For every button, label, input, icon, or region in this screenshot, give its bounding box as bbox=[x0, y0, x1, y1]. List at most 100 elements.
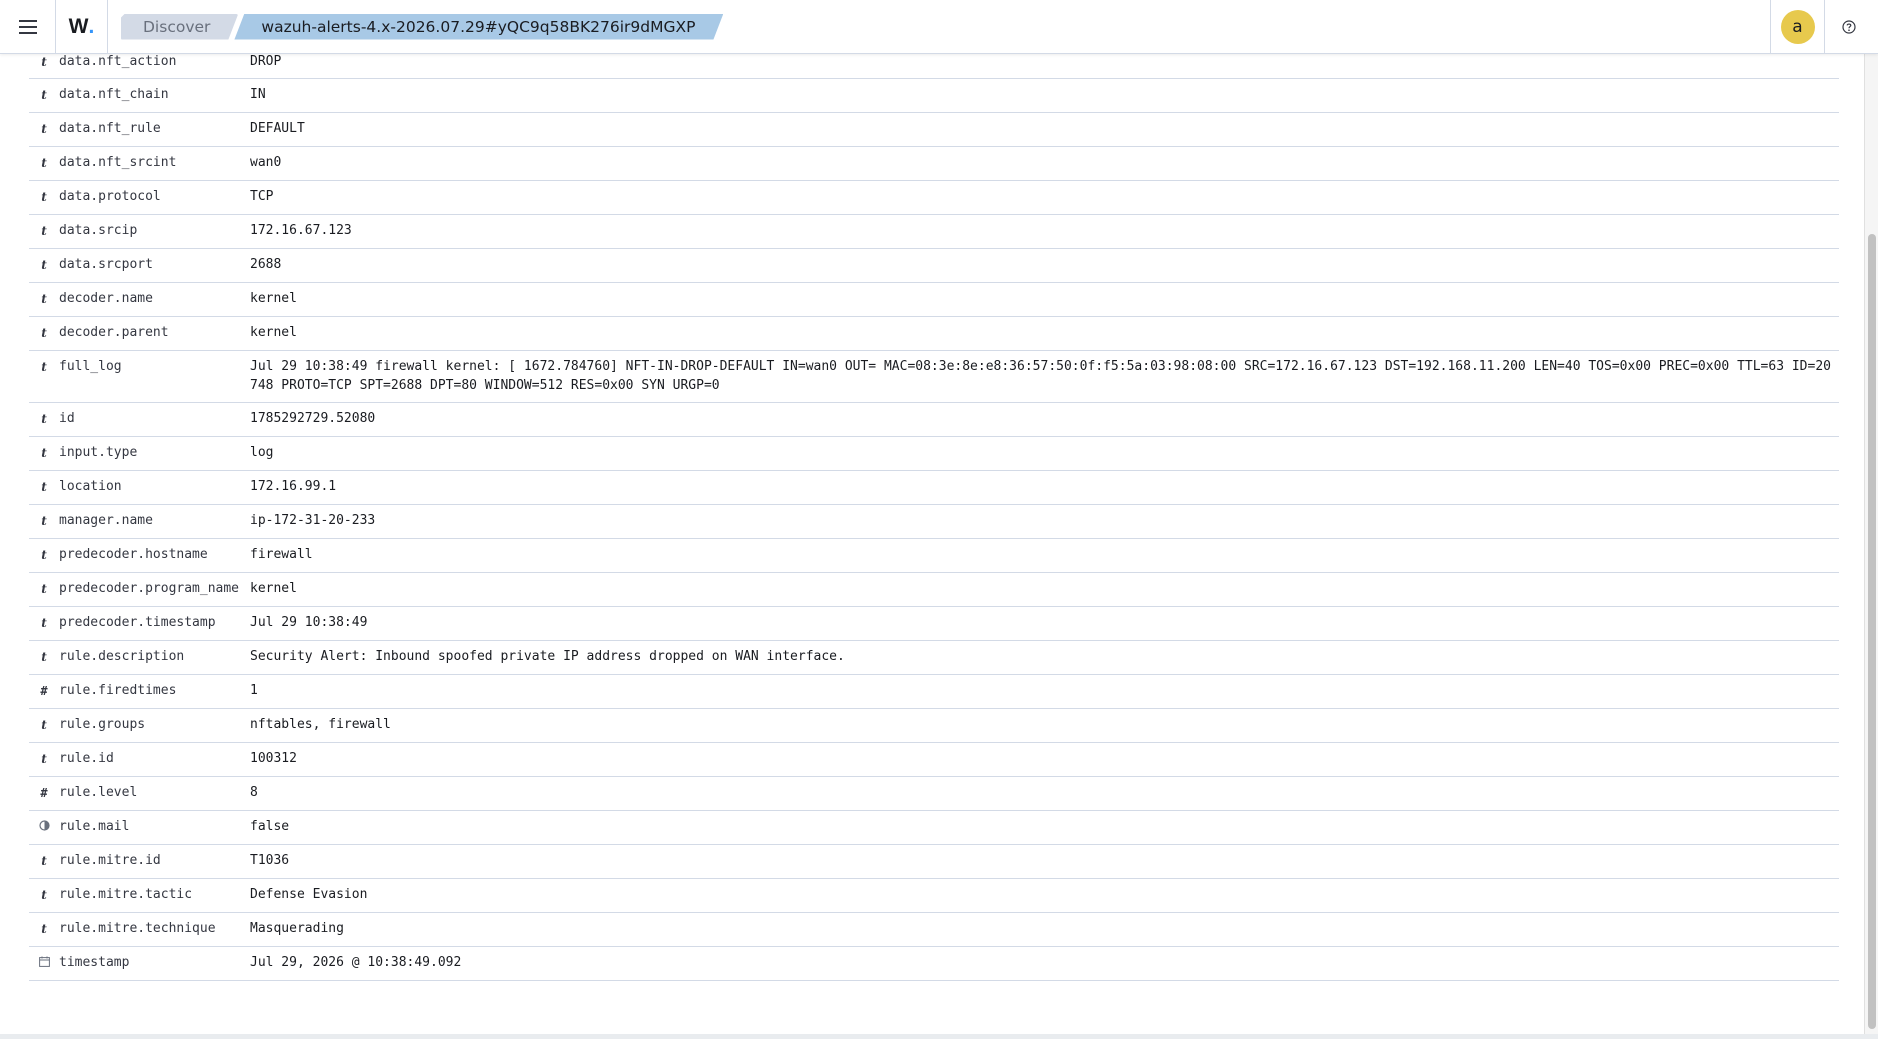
field-value: DROP bbox=[250, 54, 282, 69]
top-header: W. Discover wazuh-alerts-4.x-2026.07.29#… bbox=[0, 0, 1878, 54]
field-row: t decoder.parent kernel bbox=[29, 317, 1839, 351]
field-row: t full_log Jul 29 10:38:49 firewall kernel… bbox=[29, 351, 1839, 403]
field-name: rule.firedtimes bbox=[59, 683, 177, 698]
string-type-icon: t bbox=[41, 548, 47, 562]
breadcrumb: Discover wazuh-alerts-4.x-2026.07.29#yQC… bbox=[121, 0, 723, 54]
vertical-scrollbar[interactable] bbox=[1864, 54, 1878, 1039]
field-name: data.srcport bbox=[59, 257, 153, 272]
field-value: Security Alert: Inbound spoofed private … bbox=[250, 649, 845, 664]
string-type-icon: t bbox=[41, 326, 47, 340]
date-type-icon bbox=[29, 955, 59, 970]
field-row: t input.type log bbox=[29, 437, 1839, 471]
string-type-icon: t bbox=[41, 752, 47, 766]
string-type-icon: t bbox=[41, 88, 47, 102]
field-value: 1 bbox=[250, 683, 258, 698]
string-type-icon: t bbox=[41, 616, 47, 630]
field-value: 172.16.67.123 bbox=[250, 223, 352, 238]
help-icon bbox=[1841, 19, 1856, 34]
field-row: t rule.id 100312 bbox=[29, 743, 1839, 777]
avatar: a bbox=[1780, 9, 1815, 44]
string-type-icon: t bbox=[41, 190, 47, 204]
field-value: DEFAULT bbox=[250, 121, 305, 136]
field-name: rule.level bbox=[59, 785, 138, 800]
string-type-icon: t bbox=[41, 122, 47, 136]
field-value: Jul 29 10:38:49 firewall kernel: [ 1672.… bbox=[250, 359, 1831, 393]
field-value: false bbox=[250, 819, 290, 834]
field-row: rule.mail false bbox=[29, 811, 1839, 845]
string-type-icon: t bbox=[41, 718, 47, 732]
string-type-icon: t bbox=[41, 360, 47, 374]
breadcrumb-document: wazuh-alerts-4.x-2026.07.29#yQC9q58BK276… bbox=[234, 14, 723, 40]
field-name: location bbox=[59, 479, 122, 494]
field-row: t predecoder.program_name kernel bbox=[29, 573, 1839, 607]
field-row: t predecoder.hostname firewall bbox=[29, 539, 1839, 573]
string-type-icon: t bbox=[41, 412, 47, 426]
field-name: data.nft_srcint bbox=[59, 155, 177, 170]
field-name: data.protocol bbox=[59, 189, 161, 204]
field-value: Jul 29 10:38:49 bbox=[250, 615, 368, 630]
field-name: data.nft_action bbox=[59, 54, 177, 69]
string-type-icon: t bbox=[41, 224, 47, 238]
field-name: manager.name bbox=[59, 513, 153, 528]
field-row: t rule.mitre.technique Masquerading bbox=[29, 913, 1839, 947]
string-type-icon: t bbox=[41, 922, 47, 936]
string-type-icon: t bbox=[41, 156, 47, 170]
field-value: wan0 bbox=[250, 155, 282, 170]
document-details: t data.nft_action DROP t data.nft_chain IN t da… bbox=[0, 54, 1860, 1034]
number-type-icon: # bbox=[40, 786, 48, 800]
field-value: Masquerading bbox=[250, 921, 344, 936]
scrollbar-thumb[interactable] bbox=[1868, 234, 1876, 1029]
field-value: 8 bbox=[250, 785, 258, 800]
bottom-edge bbox=[0, 1034, 1878, 1039]
field-value: 2688 bbox=[250, 257, 282, 272]
field-value: 1785292729.52080 bbox=[250, 411, 376, 426]
field-row: t rule.groups nftables, firewall bbox=[29, 709, 1839, 743]
string-type-icon: t bbox=[41, 650, 47, 664]
field-name: predecoder.program_name bbox=[59, 581, 240, 596]
field-name: data.nft_rule bbox=[59, 121, 161, 136]
number-type-icon: # bbox=[40, 684, 48, 698]
field-row: # rule.firedtimes 1 bbox=[29, 675, 1839, 709]
field-value: nftables, firewall bbox=[250, 717, 391, 732]
field-row: t data.nft_rule DEFAULT bbox=[29, 113, 1839, 147]
field-row: t data.srcport 2688 bbox=[29, 249, 1839, 283]
field-row: t rule.mitre.id T1036 bbox=[29, 845, 1839, 879]
string-type-icon: t bbox=[41, 446, 47, 460]
field-name: rule.mitre.id bbox=[59, 853, 161, 868]
field-name: decoder.name bbox=[59, 291, 153, 306]
field-row: t data.nft_chain IN bbox=[29, 79, 1839, 113]
field-name: data.srcip bbox=[59, 223, 138, 238]
field-value: TCP bbox=[250, 189, 274, 204]
field-value: kernel bbox=[250, 581, 297, 596]
field-name: id bbox=[59, 411, 75, 426]
field-value: log bbox=[250, 445, 274, 460]
field-value: ip-172-31-20-233 bbox=[250, 513, 376, 528]
field-row: t data.nft_action DROP bbox=[29, 54, 1839, 79]
string-type-icon: t bbox=[41, 582, 47, 596]
field-name: decoder.parent bbox=[59, 325, 169, 340]
string-type-icon: t bbox=[41, 480, 47, 494]
wazuh-logo[interactable]: W. bbox=[56, 0, 108, 54]
help-button[interactable] bbox=[1824, 0, 1872, 54]
field-name: rule.mitre.tactic bbox=[59, 887, 193, 902]
field-name: full_log bbox=[59, 359, 122, 374]
field-value: 172.16.99.1 bbox=[250, 479, 337, 494]
field-row: t manager.name ip-172-31-20-233 bbox=[29, 505, 1839, 539]
field-name: rule.description bbox=[59, 649, 185, 664]
breadcrumb-discover[interactable]: Discover bbox=[121, 14, 238, 40]
field-value: firewall bbox=[250, 547, 313, 562]
field-value: IN bbox=[250, 87, 266, 102]
field-value: kernel bbox=[250, 291, 297, 306]
string-type-icon: t bbox=[41, 258, 47, 272]
field-name: input.type bbox=[59, 445, 138, 460]
user-menu-button[interactable]: a bbox=[1770, 0, 1824, 54]
field-row: timestamp Jul 29, 2026 @ 10:38:49.092 bbox=[29, 947, 1839, 981]
field-row: t decoder.name kernel bbox=[29, 283, 1839, 317]
field-row: t rule.mitre.tactic Defense Evasion bbox=[29, 879, 1839, 913]
field-row: t location 172.16.99.1 bbox=[29, 471, 1839, 505]
boolean-type-icon bbox=[29, 819, 59, 834]
field-value: kernel bbox=[250, 325, 297, 340]
field-name: rule.mitre.technique bbox=[59, 921, 216, 936]
field-name: rule.mail bbox=[59, 819, 130, 834]
menu-button[interactable] bbox=[0, 0, 56, 54]
